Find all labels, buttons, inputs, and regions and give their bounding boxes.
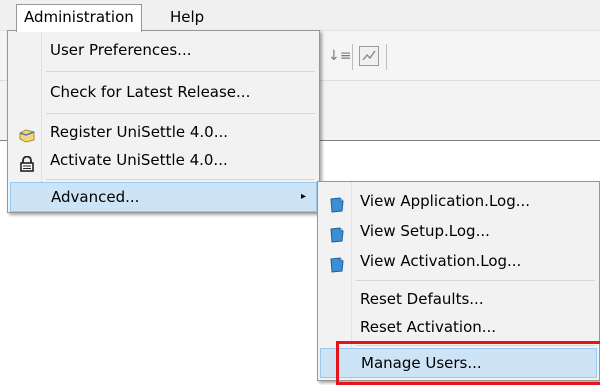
menu-separator [46,71,315,72]
log-icon [328,253,346,273]
menu-item-label: Advanced... [51,188,140,206]
log-icon [328,223,346,243]
menu-item-advanced[interactable]: Advanced... ▸ [10,182,317,212]
menu-item-user-preferences[interactable]: User Preferences... [10,35,317,65]
administration-menu: User Preferences... Check for Latest Rel… [7,30,320,213]
menu-item-reset-defaults[interactable]: Reset Defaults... [320,284,597,314]
menu-separator [356,345,595,346]
menu-item-view-activation-log[interactable]: View Activation.Log... [320,246,597,276]
menu-item-label: Manage Users... [361,354,482,372]
register-icon [18,124,36,143]
log-icon [328,193,346,213]
menu-separator [46,179,315,180]
menu-item-label: View Activation.Log... [360,252,522,270]
menu-item-register[interactable]: Register UniSettle 4.0... [10,117,317,147]
menu-item-activate[interactable]: Activate UniSettle 4.0... [10,145,317,175]
menu-item-label: User Preferences... [50,41,192,59]
chart-icon[interactable] [359,46,379,66]
menu-item-label: View Setup.Log... [360,222,490,240]
menu-item-label: View Application.Log... [360,192,531,210]
menu-item-label: Register UniSettle 4.0... [50,123,229,141]
menu-item-view-setup-log[interactable]: View Setup.Log... [320,216,597,246]
menu-help-label: Help [170,8,205,26]
menu-item-label: Check for Latest Release... [50,83,251,101]
advanced-submenu: View Application.Log... View Setup.Log..… [317,181,600,381]
menu-separator [46,113,315,114]
menu-item-view-application-log[interactable]: View Application.Log... [320,186,597,216]
menu-item-reset-activation[interactable]: Reset Activation... [320,312,597,342]
menu-administration-label: Administration [24,8,134,26]
menu-administration[interactable]: Administration [16,4,142,32]
menu-separator [356,280,595,281]
menu-item-manage-users[interactable]: Manage Users... [320,348,597,378]
toolbar-separator [352,44,353,70]
menu-item-label: Activate UniSettle 4.0... [50,151,228,169]
sort-icon[interactable]: ↓≡ [328,46,351,66]
menu-help[interactable]: Help [163,4,211,31]
menu-item-label: Reset Defaults... [360,290,484,308]
menu-bar: Administration Help [0,0,600,32]
submenu-arrow-icon: ▸ [300,191,306,202]
menu-item-label: Reset Activation... [360,318,497,336]
toolbar-separator [386,44,387,70]
lock-icon [18,152,36,172]
menu-item-check-latest-release[interactable]: Check for Latest Release... [10,77,317,107]
